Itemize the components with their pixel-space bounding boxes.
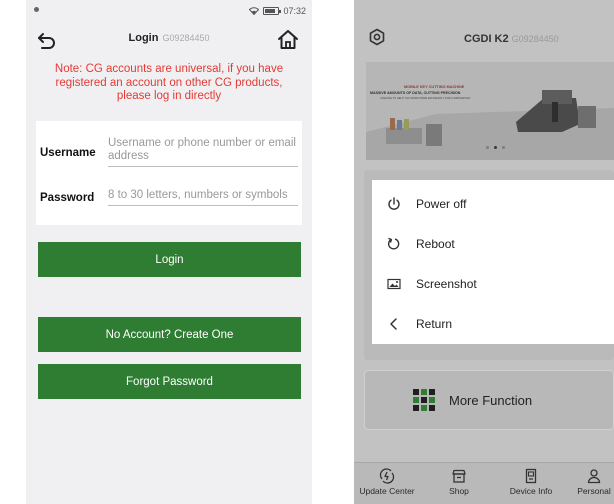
banner-dot[interactable] xyxy=(494,146,497,149)
settings-icon xyxy=(369,28,385,46)
banner-tagline: MASSIVE AMOUNTS OF DATA, CUTTING PRECISI… xyxy=(370,91,461,95)
create-account-button[interactable]: No Account? Create One xyxy=(38,317,301,352)
reboot-label: Reboot xyxy=(416,237,455,251)
page-title-text: Login xyxy=(128,32,159,44)
username-label: Username xyxy=(40,147,96,159)
login-form: Username Username or phone number or ema… xyxy=(36,121,302,225)
forgot-password-button[interactable]: Forgot Password xyxy=(38,364,301,399)
screenshot-icon xyxy=(386,276,402,292)
battery-icon xyxy=(263,7,282,15)
more-function-label: More Function xyxy=(449,393,533,408)
page-title: Login G09284450 xyxy=(26,32,312,44)
return-item[interactable]: Return xyxy=(372,304,614,344)
banner-dot[interactable] xyxy=(486,146,489,149)
status-bar: 07:32 xyxy=(26,0,312,22)
settings-button[interactable] xyxy=(368,28,386,46)
shop-icon xyxy=(452,469,466,483)
nav-device-info-label: Device Info xyxy=(509,486,553,496)
power-menu: Power off Reboot Screenshot Return xyxy=(372,180,614,344)
grid-icon xyxy=(413,389,435,411)
home-button[interactable] xyxy=(276,28,300,52)
login-button[interactable]: Login xyxy=(38,242,301,277)
device-name: CGDI K2 xyxy=(464,33,509,45)
return-label: Return xyxy=(416,317,453,331)
nav-shop-label: Shop xyxy=(449,486,469,496)
status-bar xyxy=(354,0,614,14)
reboot-icon xyxy=(386,236,402,252)
nav-shop[interactable]: Shop xyxy=(426,463,492,504)
nav-update-center[interactable]: Update Center xyxy=(354,463,420,504)
nav-device-info[interactable]: Device Info xyxy=(498,463,564,504)
nav-personal[interactable]: Personal xyxy=(564,463,614,504)
more-function-button[interactable]: More Function xyxy=(364,370,614,430)
device-serial: G09284450 xyxy=(511,34,559,44)
account-notice: Note: CG accounts are universal, if you … xyxy=(54,63,284,102)
status-time: 07:32 xyxy=(283,6,306,16)
username-input[interactable]: Username or phone number or email addres… xyxy=(108,137,298,167)
promo-banner[interactable]: MOBILE KEY CUTTING MACHINE MASSIVE AMOUN… xyxy=(366,62,614,160)
bottom-nav: Update Center Shop Device Info Personal xyxy=(354,462,614,504)
person-icon xyxy=(587,469,601,484)
power-off-label: Power off xyxy=(416,197,467,211)
update-icon xyxy=(379,468,395,484)
device-info-icon xyxy=(525,468,537,484)
title-bar: Login G09284450 xyxy=(26,22,312,58)
notification-dot-icon xyxy=(34,7,39,12)
password-input[interactable]: 8 to 30 letters, numbers or symbols xyxy=(108,189,298,206)
device-title: CGDI K2 G09284450 xyxy=(464,33,559,45)
screenshot-label: Screenshot xyxy=(416,277,477,291)
banner-dot[interactable] xyxy=(502,146,505,149)
reboot-item[interactable]: Reboot xyxy=(372,224,614,264)
power-icon xyxy=(386,196,402,212)
password-label: Password xyxy=(40,192,95,204)
home-icon xyxy=(278,30,298,49)
device-home-screen: CGDI K2 G09284450 MOBILE KEY CUTTING MACH… xyxy=(354,0,614,504)
banner-subtext: A DEVICE TO HELP YOU WORK MORE EFFICIENT… xyxy=(380,97,471,100)
home-header: CGDI K2 G09284450 xyxy=(354,14,614,58)
banner-pagination xyxy=(486,146,505,149)
chevron-left-icon xyxy=(386,316,402,332)
device-serial: G09284450 xyxy=(162,33,210,43)
nav-update-center-label: Update Center xyxy=(359,486,415,496)
screenshot-item[interactable]: Screenshot xyxy=(372,264,614,304)
power-off-item[interactable]: Power off xyxy=(372,184,614,224)
nav-personal-label: Personal xyxy=(577,486,611,496)
wifi-icon xyxy=(249,7,260,15)
banner-headline: MOBILE KEY CUTTING MACHINE xyxy=(404,85,465,89)
battery-fill xyxy=(265,9,276,13)
login-screen: 07:32 Login G09284450 Note: CG accounts a… xyxy=(26,0,312,504)
